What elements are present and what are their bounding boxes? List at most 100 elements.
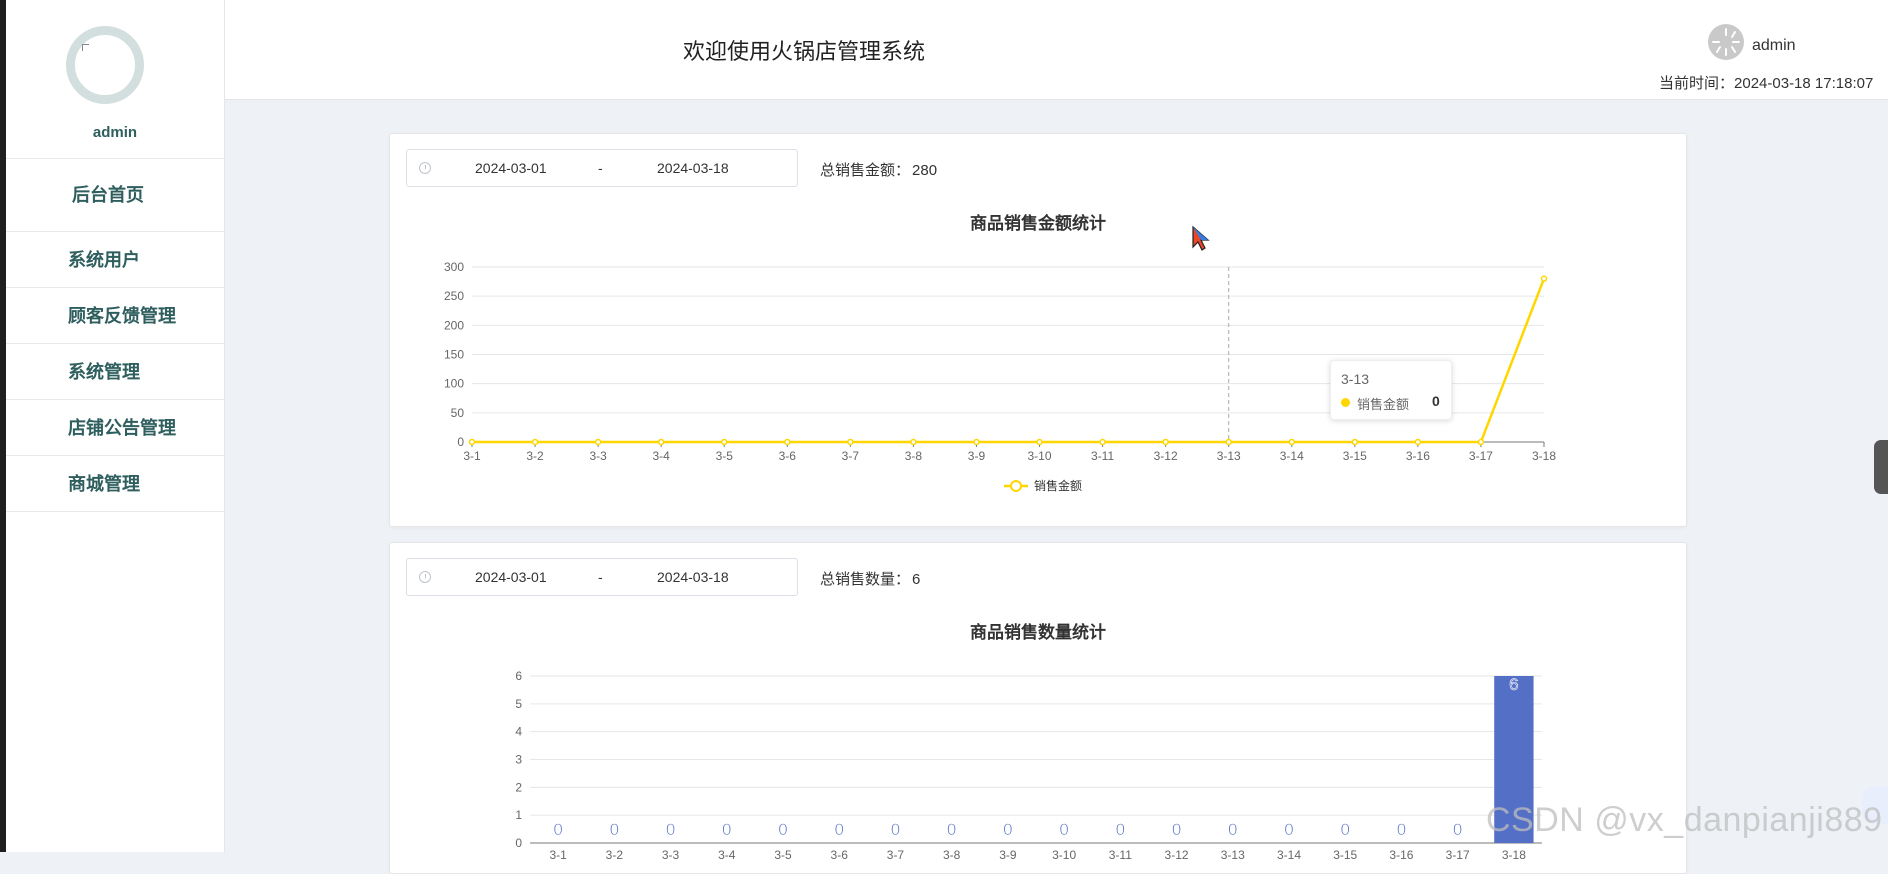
bar-value-label: 0 [1397,820,1406,839]
x-tick-label: 3-12 [1154,449,1178,463]
data-point [468,438,476,446]
bar-value-label: 0 [1340,820,1349,839]
x-tick-label: 3-1 [463,449,481,463]
current-time: 当前时间：2024-03-18 17:18:07 [1659,72,1873,93]
bar-value-label: 0 [1172,820,1181,839]
data-point [594,438,602,446]
y-tick-label: 300 [444,260,464,274]
x-tick-label: 3-7 [887,848,905,862]
data-point [1036,438,1043,446]
y-tick-label: 100 [444,377,464,391]
bar-value-label: 0 [778,820,787,839]
sidebar-menu: 后台首页 系统用户 顾客反馈管理 系统管理 店铺公告管理 商城管理 [6,158,224,512]
sales-amount-card: 2024-03-01 - 2024-03-18 总销售金额： 280 商品销售金额… [389,133,1687,527]
y-tick-label: 0 [457,435,464,449]
bar-value-label: 0 [666,820,675,839]
data-point [1225,438,1232,446]
x-tick-label: 3-10 [1028,449,1052,463]
x-tick-label: 3-5 [774,848,792,862]
x-tick-label: 3-15 [1343,449,1367,463]
bar-value-label: 0 [1284,820,1293,839]
bar-value-label: 0 [1228,820,1237,839]
chart-tooltip: 3-13 销售金额 0 [1330,360,1452,420]
x-tick-label: 3-9 [968,449,986,463]
sidebar-item-home[interactable]: 后台首页 [6,159,224,232]
sidebar-username: admin [92,124,138,141]
bar-value-label: 6 [1509,675,1518,694]
broken-image-icon [82,44,89,51]
sidebar-item-system-users[interactable]: 系统用户 [6,232,224,288]
x-tick-label: 3-2 [606,848,624,862]
x-tick-label: 3-8 [943,848,961,862]
loading-avatar-icon[interactable] [1707,23,1745,61]
y-tick-label: 2 [515,780,522,794]
data-point [847,438,854,446]
x-tick-label: 3-16 [1406,449,1430,463]
y-tick-label: 1 [515,808,522,822]
data-point [1162,438,1169,446]
x-tick-label: 3-6 [831,848,849,862]
scroll-handle[interactable] [1874,440,1888,494]
sidebar-item-system-management[interactable]: 系统管理 [6,344,224,400]
data-point [1288,438,1296,446]
x-tick-label: 3-13 [1217,449,1241,463]
y-tick-label: 250 [444,289,464,303]
tooltip-value: 0 [1432,393,1440,409]
x-tick-label: 3-16 [1389,848,1413,862]
x-tick-label: 3-5 [716,449,734,463]
bar-value-label: 0 [1059,820,1068,839]
bar-value-label: 0 [722,820,731,839]
sales-amount-line-chart: 0 50 100 150 200 250 300 3-1 3-2 3-3 3-4 3-5 3-6 3-7 3… [444,260,1556,493]
current-time-value: 2024-03-18 17:18:07 [1734,75,1874,92]
current-time-label: 当前时间： [1659,75,1735,92]
header: 欢迎使用火锅店管理系统 admin 当前时间：2024-03-18 17:18:… [225,0,1888,100]
y-tick-label: 6 [515,669,522,683]
tooltip-series-dot [1341,398,1350,407]
data-point [720,438,728,446]
x-tick-label: 3-15 [1333,848,1357,862]
x-tick-label: 3-8 [905,449,923,463]
x-tick-label: 3-14 [1280,449,1304,463]
y-tick-label: 0 [515,836,522,850]
x-tick-label: 3-17 [1446,848,1470,862]
x-tick-label: 3-18 [1502,848,1526,862]
data-point [1414,438,1422,446]
sidebar-item-announcements[interactable]: 店铺公告管理 [6,400,224,456]
header-username[interactable]: admin [1752,37,1796,55]
x-tick-label: 3-1 [549,848,567,862]
x-tick-label: 3-6 [779,449,797,463]
data-point [1099,438,1106,446]
sidebar-item-shop[interactable]: 商城管理 [6,456,224,512]
data-point [1477,438,1485,446]
bar-value-label: 0 [1453,820,1462,839]
sidebar-item-feedback[interactable]: 顾客反馈管理 [6,288,224,344]
bar-value-label: 0 [553,820,562,839]
x-tick-label: 3-4 [653,449,671,463]
x-tick-label: 3-4 [718,848,736,862]
x-tick-label: 3-18 [1532,449,1556,463]
data-point [910,438,917,446]
sidebar: admin 后台首页 系统用户 顾客反馈管理 系统管理 店铺公告管理 商城管理 [6,0,225,852]
x-tick-label: 3-17 [1469,449,1493,463]
mouse-cursor-icon [1192,225,1210,251]
y-tick-label: 200 [444,318,464,332]
y-tick-label: 150 [444,348,464,362]
x-tick-label: 3-3 [589,449,607,463]
bar-value-label: 0 [1116,820,1125,839]
bar-value-label: 0 [834,820,843,839]
bar-value-label: 0 [891,820,900,839]
x-tick-label: 3-10 [1052,848,1076,862]
data-point [784,438,791,446]
x-tick-label: 3-11 [1091,449,1114,463]
data-point [531,438,539,446]
tooltip-series-label: 销售金额 [1357,397,1410,412]
y-tick-label: 50 [451,406,465,420]
x-tick-label: 3-7 [842,449,860,463]
legend-marker [1010,480,1022,492]
legend-label: 销售金额 [1034,478,1082,493]
y-tick-label: 4 [515,725,522,739]
watermark: CSDN @vx_danpianji889 [1486,801,1883,839]
data-point [973,438,980,446]
data-point [1540,275,1548,282]
page-title: 欢迎使用火锅店管理系统 [683,39,926,64]
